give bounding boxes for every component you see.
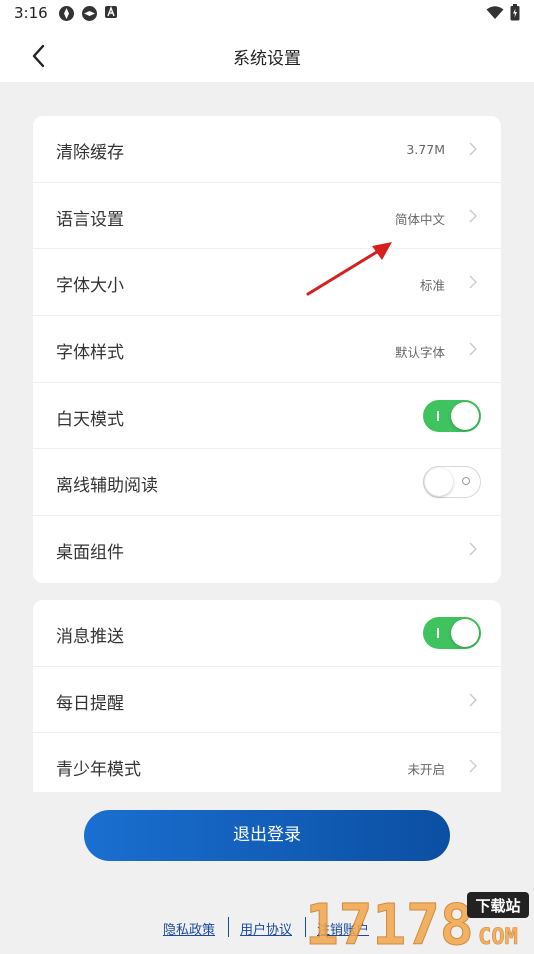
settings-group-notifications: 消息推送 每日提醒 青少年模式 未开启 bbox=[33, 600, 501, 792]
toggle-knob bbox=[451, 619, 479, 647]
setting-label: 青少年模式 bbox=[56, 760, 141, 781]
setting-row-teen-mode[interactable]: 青少年模式 未开启 bbox=[33, 733, 501, 792]
push-toggle[interactable] bbox=[423, 617, 481, 649]
chevron-right-icon bbox=[469, 275, 477, 289]
top-app-bar: 系统设置 bbox=[0, 30, 534, 82]
setting-label: 语言设置 bbox=[56, 209, 124, 230]
text-a-icon bbox=[105, 6, 117, 18]
setting-label: 字体样式 bbox=[56, 343, 124, 364]
toggle-knob bbox=[425, 467, 453, 496]
page-title: 系统设置 bbox=[233, 49, 301, 69]
setting-label: 每日提醒 bbox=[56, 693, 124, 714]
app-icon bbox=[59, 6, 74, 21]
svg-text:下载站: 下载站 bbox=[475, 897, 520, 915]
setting-row-desktop-widget[interactable]: 桌面组件 bbox=[33, 516, 501, 583]
chevron-right-icon bbox=[469, 209, 477, 223]
chevron-right-icon bbox=[469, 342, 477, 356]
setting-label: 白天模式 bbox=[56, 409, 124, 430]
user-agreement-link[interactable]: 用户协议 bbox=[240, 919, 292, 938]
battery-icon bbox=[510, 4, 520, 21]
setting-value: 3.77M bbox=[406, 142, 445, 157]
toggle-on-mark bbox=[437, 410, 439, 421]
status-time: 3:16 bbox=[14, 4, 48, 22]
chevron-right-icon bbox=[469, 142, 477, 156]
watermark-logo-icon: 17178 下载站 COM bbox=[305, 892, 529, 954]
setting-row-font-style[interactable]: 字体样式 默认字体 bbox=[33, 316, 501, 383]
setting-label: 桌面组件 bbox=[56, 543, 124, 564]
settings-group-general: 清除缓存 3.77M 语言设置 简体中文 字体大小 标准 字体样式 默认字体 白… bbox=[33, 116, 501, 583]
setting-row-offline-reading: 离线辅助阅读 bbox=[33, 449, 501, 517]
setting-label: 消息推送 bbox=[56, 627, 124, 647]
day-mode-toggle[interactable] bbox=[423, 399, 481, 432]
setting-row-font-size[interactable]: 字体大小 标准 bbox=[33, 249, 501, 317]
divider bbox=[228, 917, 229, 937]
setting-row-clear-cache[interactable]: 清除缓存 3.77M bbox=[33, 116, 501, 183]
setting-row-push: 消息推送 bbox=[33, 600, 501, 667]
setting-label: 字体大小 bbox=[56, 276, 124, 297]
setting-value: 未开启 bbox=[407, 762, 445, 778]
setting-row-day-mode: 白天模式 bbox=[33, 383, 501, 450]
toggle-off-mark bbox=[462, 477, 470, 486]
chevron-right-icon bbox=[469, 693, 477, 707]
chevron-right-icon bbox=[469, 542, 477, 556]
logout-button[interactable]: 退出登录 bbox=[84, 810, 450, 861]
app-icon bbox=[82, 6, 97, 21]
svg-text:COM: COM bbox=[478, 925, 518, 950]
chevron-right-icon bbox=[469, 759, 477, 773]
wifi-icon bbox=[486, 5, 504, 19]
privacy-policy-link[interactable]: 隐私政策 bbox=[163, 919, 215, 938]
setting-value: 默认字体 bbox=[394, 345, 445, 361]
offline-reading-toggle[interactable] bbox=[423, 466, 481, 499]
status-bar: 3:16 bbox=[0, 0, 534, 30]
setting-row-language[interactable]: 语言设置 简体中文 bbox=[33, 183, 501, 250]
setting-value: 简体中文 bbox=[394, 211, 445, 227]
svg-text:17178: 17178 bbox=[305, 893, 474, 950]
annotation-arrow-icon bbox=[306, 242, 392, 296]
watermark-logo: 17178 下载站 COM bbox=[299, 888, 534, 954]
status-icons-right bbox=[486, 4, 520, 21]
toggle-on-mark bbox=[437, 628, 439, 638]
toggle-knob bbox=[451, 401, 479, 430]
setting-label: 离线辅助阅读 bbox=[56, 476, 158, 497]
status-icons-left bbox=[58, 5, 118, 22]
setting-row-daily-reminder[interactable]: 每日提醒 bbox=[33, 667, 501, 734]
setting-label: 清除缓存 bbox=[56, 143, 124, 163]
setting-value: 标准 bbox=[419, 278, 445, 294]
